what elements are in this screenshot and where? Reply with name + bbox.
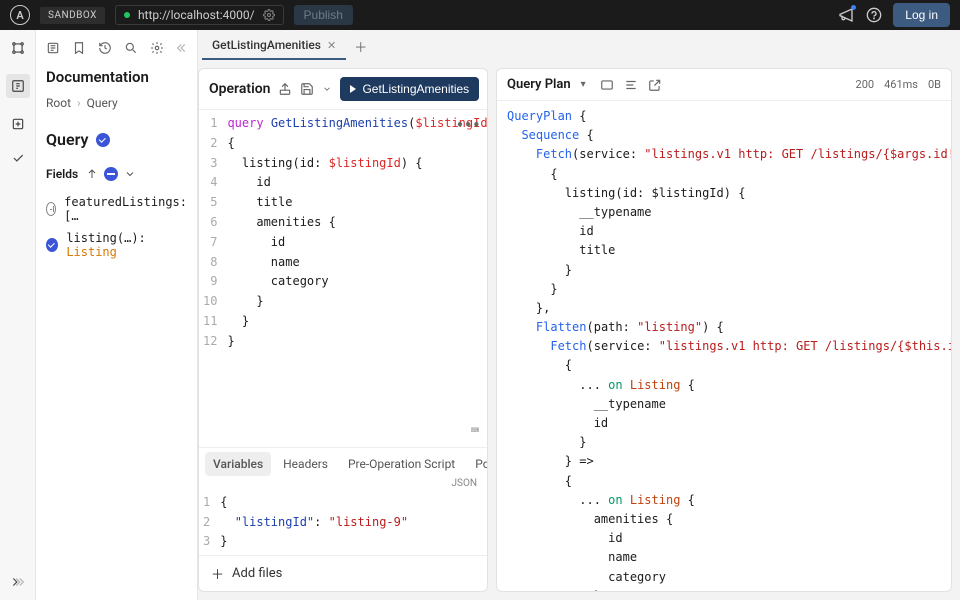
- plus-icon: ＋: [211, 564, 224, 583]
- schema-icon[interactable]: [10, 40, 26, 56]
- history-icon[interactable]: [98, 40, 112, 56]
- tab-getlistingamenities[interactable]: GetListingAmenities ✕: [202, 32, 346, 60]
- field-signature: featuredListings: […: [64, 195, 187, 223]
- checks-icon[interactable]: [10, 150, 26, 166]
- publish-button[interactable]: Publish: [294, 5, 353, 25]
- field-selected-icon[interactable]: [46, 238, 58, 252]
- bookmark-icon[interactable]: [72, 40, 86, 56]
- expand-rail-icon[interactable]: [10, 574, 26, 590]
- save-icon[interactable]: [300, 82, 314, 96]
- documentation-title: Documentation: [36, 64, 197, 96]
- play-icon: [350, 85, 356, 93]
- json-mode-label: JSON: [199, 476, 487, 489]
- tab-post-script[interactable]: Post-Operat: [467, 452, 487, 476]
- add-field-icon[interactable]: [46, 202, 56, 216]
- breadcrumb-root[interactable]: Root: [46, 96, 71, 110]
- vars-gutter: 123: [199, 489, 218, 555]
- run-operation-button[interactable]: GetListingAmenities: [340, 77, 479, 101]
- add-files-label: Add files: [232, 566, 282, 581]
- tab-headers[interactable]: Headers: [275, 452, 336, 476]
- variables-editor[interactable]: 123 { "listingId": "listing-9" }: [199, 489, 487, 555]
- chevron-right-icon: ›: [77, 96, 81, 110]
- chevron-down-icon[interactable]: [124, 168, 136, 180]
- operation-header: Operation: [209, 81, 270, 97]
- tab-pre-script[interactable]: Pre-Operation Script: [340, 452, 463, 476]
- collapse-panel-icon[interactable]: [176, 40, 190, 56]
- deselect-all-icon[interactable]: [104, 167, 118, 181]
- editor-gutter: 123456789101112: [199, 110, 225, 447]
- notification-dot-icon: [851, 5, 856, 10]
- diff-icon[interactable]: [10, 116, 26, 132]
- plan-dropdown-icon[interactable]: ▾: [581, 79, 586, 90]
- help-icon[interactable]: [865, 6, 883, 24]
- field-signature: listing(…): Listing: [66, 231, 187, 259]
- settings-icon[interactable]: [150, 40, 164, 56]
- operation-editor[interactable]: 123456789101112 query GetListingAmenitie…: [199, 110, 487, 447]
- editor-code[interactable]: query GetListingAmenities($listingId: ID…: [225, 110, 487, 447]
- open-external-icon[interactable]: [648, 78, 662, 92]
- share-icon[interactable]: [278, 82, 292, 96]
- login-button[interactable]: Log in: [893, 3, 950, 27]
- save-dropdown-icon[interactable]: [322, 84, 332, 94]
- tab-variables[interactable]: Variables: [205, 452, 271, 476]
- text-view-icon[interactable]: [624, 78, 638, 92]
- query-plan-header[interactable]: Query Plan: [507, 77, 571, 92]
- tab-label: GetListingAmenities: [212, 38, 321, 52]
- vars-code[interactable]: { "listingId": "listing-9" }: [218, 489, 487, 555]
- breadcrumb: Root › Query: [36, 96, 197, 124]
- endpoint-url-box[interactable]: http://localhost:4000/: [115, 5, 284, 25]
- close-tab-icon[interactable]: ✕: [327, 39, 336, 52]
- fields-label: Fields: [46, 167, 78, 181]
- keyboard-shortcuts-icon[interactable]: ⌨: [471, 420, 479, 443]
- field-item-listing[interactable]: listing(…): Listing: [36, 227, 197, 263]
- response-size: 0B: [928, 78, 941, 91]
- field-item-featuredlistings[interactable]: featuredListings: […: [36, 191, 197, 227]
- sort-icon[interactable]: [86, 168, 98, 180]
- endpoint-url: http://localhost:4000/: [138, 8, 255, 22]
- sandbox-badge: SANDBOX: [40, 7, 105, 24]
- layout-icon[interactable]: [600, 78, 614, 92]
- new-tab-button[interactable]: ＋: [346, 33, 375, 60]
- type-heading: Query: [46, 130, 88, 149]
- status-dot-icon: [124, 12, 130, 18]
- search-icon[interactable]: [124, 40, 138, 56]
- run-button-label: GetListingAmenities: [362, 82, 469, 96]
- status-code: 200: [856, 78, 875, 91]
- endpoint-settings-icon[interactable]: [263, 9, 275, 21]
- explorer-icon[interactable]: [6, 74, 30, 98]
- doc-view-icon[interactable]: [46, 40, 60, 56]
- query-plan-body[interactable]: QueryPlan { Sequence { Fetch(service: "l…: [497, 101, 951, 591]
- apollo-logo-icon[interactable]: A: [10, 5, 30, 25]
- add-files-button[interactable]: ＋ Add files: [199, 555, 487, 591]
- breadcrumb-current: Query: [87, 96, 118, 110]
- type-selected-icon[interactable]: [96, 133, 110, 147]
- response-time: 461ms: [884, 78, 918, 91]
- editor-more-icon[interactable]: •••: [456, 116, 481, 136]
- announcements-icon[interactable]: [837, 6, 855, 24]
